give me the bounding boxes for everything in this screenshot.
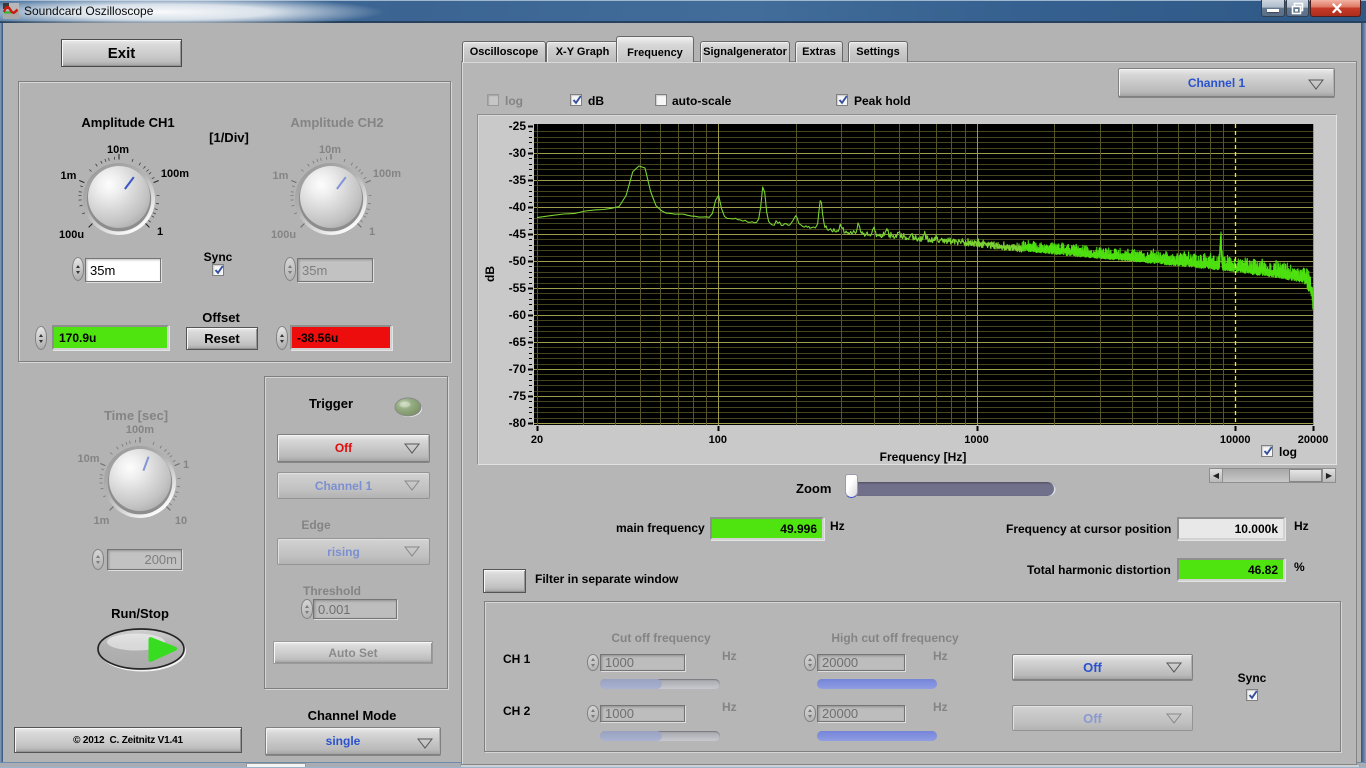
svg-text:-30: -30 — [509, 146, 527, 160]
svg-text:-50: -50 — [509, 254, 527, 268]
svg-text:Frequency [Hz]: Frequency [Hz] — [880, 450, 967, 464]
svg-text:100: 100 — [709, 434, 727, 446]
svg-text:20: 20 — [531, 434, 543, 446]
svg-text:-80: -80 — [509, 416, 527, 430]
svg-text:dB: dB — [483, 266, 497, 282]
svg-text:-35: -35 — [509, 173, 527, 187]
svg-text:-75: -75 — [509, 389, 527, 403]
svg-text:-65: -65 — [509, 335, 527, 349]
svg-text:-55: -55 — [509, 281, 527, 295]
svg-text:-25: -25 — [509, 119, 527, 133]
svg-text:1000: 1000 — [964, 434, 988, 446]
svg-text:20000: 20000 — [1298, 434, 1329, 446]
svg-text:-70: -70 — [509, 362, 527, 376]
svg-text:-60: -60 — [509, 308, 527, 322]
svg-text:-40: -40 — [509, 200, 527, 214]
svg-text:10000: 10000 — [1220, 434, 1251, 446]
svg-text:-45: -45 — [509, 227, 527, 241]
